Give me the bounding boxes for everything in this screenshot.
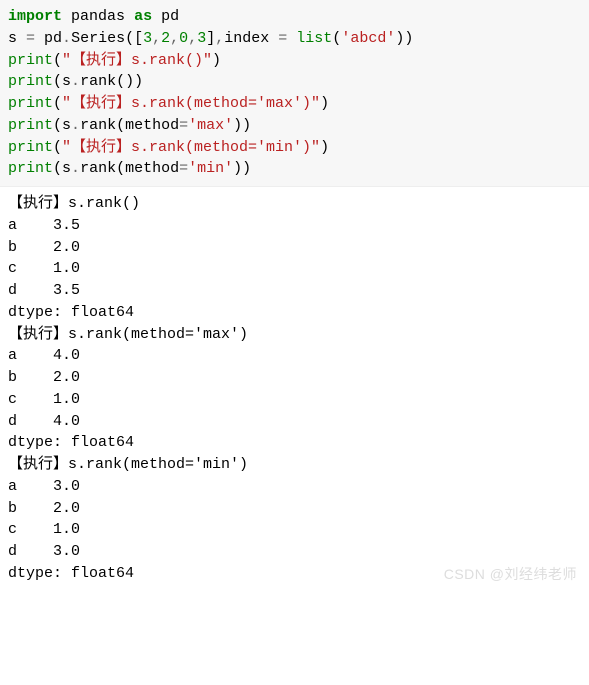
output-dtype: dtype: float64	[8, 563, 581, 585]
comma: ,	[188, 30, 197, 47]
code-line-2: s = pd.Series([3,2,0,3],index = list('ab…	[8, 28, 581, 50]
output-row-c: c 1.0	[8, 519, 581, 541]
num: 0	[179, 30, 188, 47]
rbracket: ]	[206, 30, 215, 47]
output-row-a: a 3.5	[8, 215, 581, 237]
string-max: 'max'	[188, 117, 233, 134]
rparen: )	[404, 30, 413, 47]
string-exec-min: "【执行】s.rank(method='min')"	[62, 139, 320, 156]
op-assign: =	[17, 30, 44, 47]
code-line-1: import pandas as pd	[8, 6, 581, 28]
comma: ,	[215, 30, 224, 47]
output-dtype: dtype: float64	[8, 302, 581, 324]
lparen: (	[332, 30, 341, 47]
comma: ,	[170, 30, 179, 47]
dot: .	[71, 117, 80, 134]
code-line-7: print("【执行】s.rank(method='min')")	[8, 137, 581, 159]
lparen: (	[53, 52, 62, 69]
output-dtype: dtype: float64	[8, 432, 581, 454]
method-rank: rank	[80, 117, 116, 134]
output-row-c: c 1.0	[8, 389, 581, 411]
op-assign: =	[179, 160, 188, 177]
builtin-list: list	[296, 30, 332, 47]
output-header-default: 【执行】s.rank()	[8, 193, 581, 215]
lparen: (	[53, 95, 62, 112]
builtin-print: print	[8, 73, 53, 90]
method-rank: rank	[80, 160, 116, 177]
builtin-print: print	[8, 117, 53, 134]
output-header-max: 【执行】s.rank(method='max')	[8, 324, 581, 346]
code-line-4: print(s.rank())	[8, 71, 581, 93]
output-row-a: a 4.0	[8, 345, 581, 367]
num: 2	[161, 30, 170, 47]
output-row-c: c 1.0	[8, 258, 581, 280]
lparen: (	[125, 30, 134, 47]
rparen: )	[395, 30, 404, 47]
alias-name: pd	[161, 8, 179, 25]
module-name: pandas	[71, 8, 125, 25]
rparen: )	[233, 160, 242, 177]
comma: ,	[152, 30, 161, 47]
output-row-b: b 2.0	[8, 367, 581, 389]
rparen: )	[233, 117, 242, 134]
dot: .	[71, 73, 80, 90]
dot: .	[71, 160, 80, 177]
lparen: (	[116, 117, 125, 134]
rparen: )	[242, 160, 251, 177]
rparen: )	[212, 52, 221, 69]
keyword-as: as	[134, 8, 152, 25]
lparen: (	[53, 117, 62, 134]
rparen: )	[320, 95, 329, 112]
code-line-6: print(s.rank(method='max'))	[8, 115, 581, 137]
code-line-5: print("【执行】s.rank(method='max')")	[8, 93, 581, 115]
var-s: s	[8, 30, 17, 47]
method-rank: rank	[80, 73, 116, 90]
series-call: Series	[71, 30, 125, 47]
string-exec-rank: "【执行】s.rank()"	[62, 52, 212, 69]
code-line-3: print("【执行】s.rank()")	[8, 50, 581, 72]
num: 3	[197, 30, 206, 47]
kwarg-method: method	[125, 160, 179, 177]
rparen: )	[242, 117, 251, 134]
op-assign: =	[269, 30, 296, 47]
string-min: 'min'	[188, 160, 233, 177]
output-header-min: 【执行】s.rank(method='min')	[8, 454, 581, 476]
var-s: s	[62, 73, 71, 90]
output-row-d: d 3.5	[8, 280, 581, 302]
builtin-print: print	[8, 160, 53, 177]
builtin-print: print	[8, 52, 53, 69]
num: 3	[143, 30, 152, 47]
var-s: s	[62, 160, 71, 177]
output-row-d: d 3.0	[8, 541, 581, 563]
string-abcd: 'abcd'	[341, 30, 395, 47]
builtin-print: print	[8, 95, 53, 112]
lparen: (	[116, 160, 125, 177]
code-block: import pandas as pd s = pd.Series([3,2,0…	[0, 0, 589, 187]
kwarg-method: method	[125, 117, 179, 134]
dot: .	[62, 30, 71, 47]
output-block: 【执行】s.rank() a 3.5 b 2.0 c 1.0 d 3.5 dty…	[0, 187, 589, 595]
parens: ()	[116, 73, 134, 90]
rparen: )	[320, 139, 329, 156]
output-row-d: d 4.0	[8, 411, 581, 433]
rparen: )	[134, 73, 143, 90]
lparen: (	[53, 160, 62, 177]
lbracket: [	[134, 30, 143, 47]
op-assign: =	[179, 117, 188, 134]
output-row-a: a 3.0	[8, 476, 581, 498]
code-line-8: print(s.rank(method='min'))	[8, 158, 581, 180]
output-row-b: b 2.0	[8, 498, 581, 520]
lparen: (	[53, 73, 62, 90]
lparen: (	[53, 139, 62, 156]
var-s: s	[62, 117, 71, 134]
pd-ref: pd	[44, 30, 62, 47]
output-row-b: b 2.0	[8, 237, 581, 259]
keyword-import: import	[8, 8, 62, 25]
string-exec-max: "【执行】s.rank(method='max')"	[62, 95, 320, 112]
kwarg-index: index	[224, 30, 269, 47]
builtin-print: print	[8, 139, 53, 156]
